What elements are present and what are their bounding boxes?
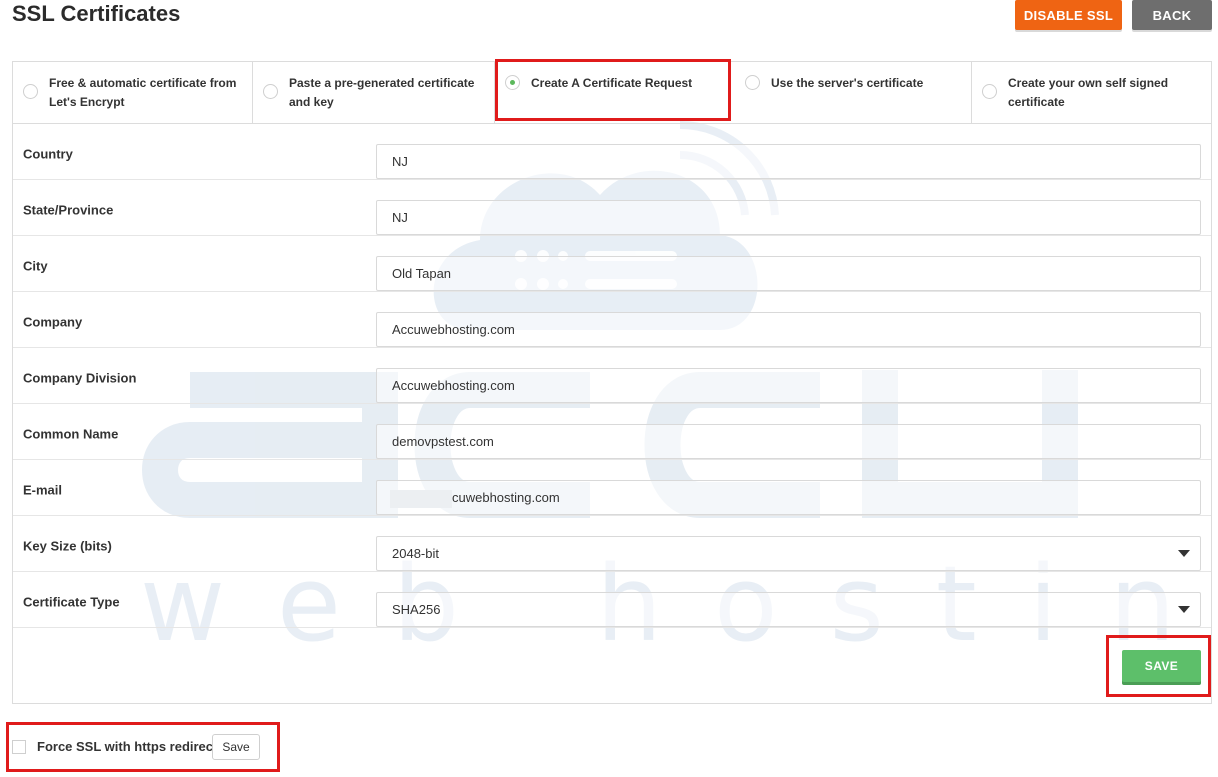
cert-type-label: Certificate Type (23, 594, 120, 610)
force-ssl-save-button[interactable]: Save (212, 734, 260, 760)
tab-create-request[interactable]: Create A Certificate Request (495, 62, 735, 124)
ssl-panel: Free & automatic certificate from Let's … (12, 61, 1212, 704)
chevron-down-icon (1178, 550, 1190, 557)
form-row-common-name: Common Name demovpstest.com (13, 404, 1211, 460)
tab-server-certificate[interactable]: Use the server's certificate (735, 62, 972, 124)
radio-icon[interactable] (745, 75, 760, 90)
form-row-email: E-mail cuwebhosting.com (13, 460, 1211, 516)
tab-self-signed[interactable]: Create your own self signed certificate (972, 62, 1211, 124)
radio-selected-icon[interactable] (505, 75, 520, 90)
key-size-select[interactable]: 2048-bit (376, 536, 1201, 571)
division-label: Company Division (23, 370, 137, 386)
city-input[interactable]: Old Tapan (376, 256, 1201, 291)
cert-type-value: SHA256 (392, 602, 441, 617)
form-row-key-size: Key Size (bits) 2048-bit (13, 516, 1211, 572)
certificate-options: Free & automatic certificate from Let's … (13, 62, 1211, 124)
tab-label: Free & automatic certificate from Let's … (49, 76, 237, 109)
tab-label: Paste a pre-generated certificate and ke… (289, 76, 475, 109)
form-row-cert-type: Certificate Type SHA256 (13, 572, 1211, 628)
form-row-country: Country NJ (13, 124, 1211, 180)
division-input[interactable]: Accuwebhosting.com (376, 368, 1201, 403)
page-title: SSL Certificates (12, 1, 181, 26)
company-input[interactable]: Accuwebhosting.com (376, 312, 1201, 347)
form-row-state: State/Province NJ (13, 180, 1211, 236)
tab-label: Use the server's certificate (771, 76, 924, 90)
tab-label: Create A Certificate Request (531, 76, 693, 90)
email-value: cuwebhosting.com (452, 490, 560, 505)
tab-lets-encrypt[interactable]: Free & automatic certificate from Let's … (13, 62, 253, 124)
state-input[interactable]: NJ (376, 200, 1201, 235)
email-label: E-mail (23, 482, 63, 498)
tab-label: Create your own self signed certificate (1008, 76, 1169, 109)
city-label: City (23, 258, 48, 274)
force-ssl-checkbox[interactable] (12, 740, 26, 754)
common-name-label: Common Name (23, 426, 119, 442)
key-size-value: 2048-bit (392, 546, 439, 561)
state-label: State/Province (23, 202, 114, 218)
save-button[interactable]: SAVE (1122, 650, 1201, 682)
common-name-input[interactable]: demovpstest.com (376, 424, 1201, 459)
radio-icon[interactable] (263, 84, 278, 99)
disable-ssl-button[interactable]: DISABLE SSL (1015, 0, 1122, 30)
cert-type-select[interactable]: SHA256 (376, 592, 1201, 627)
force-ssl-label: Force SSL with https redirect (37, 739, 218, 754)
tab-paste-certificate[interactable]: Paste a pre-generated certificate and ke… (253, 62, 495, 124)
form-row-city: City Old Tapan (13, 236, 1211, 292)
form-row-division: Company Division Accuwebhosting.com (13, 348, 1211, 404)
back-button[interactable]: BACK (1132, 0, 1212, 30)
country-label: Country (23, 146, 73, 162)
key-size-label: Key Size (bits) (23, 538, 112, 554)
company-label: Company (23, 314, 83, 330)
country-input[interactable]: NJ (376, 144, 1201, 179)
csr-form: Country NJ State/Province NJ City Old Ta… (13, 124, 1211, 628)
redacted-text (390, 489, 452, 508)
radio-icon[interactable] (982, 84, 997, 99)
radio-icon[interactable] (23, 84, 38, 99)
chevron-down-icon (1178, 606, 1190, 613)
form-row-company: Company Accuwebhosting.com (13, 292, 1211, 348)
email-input[interactable]: cuwebhosting.com (376, 480, 1201, 515)
